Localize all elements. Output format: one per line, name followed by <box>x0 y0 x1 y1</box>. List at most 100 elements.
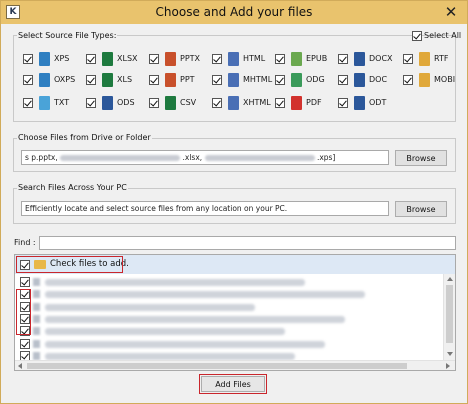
blurred-file-icon <box>33 302 40 311</box>
blurred-file-name <box>45 303 255 311</box>
file-type-mhtml[interactable]: MHTML <box>212 73 272 87</box>
file-type-checkbox[interactable] <box>149 75 159 85</box>
scroll-thumb[interactable] <box>446 285 453 343</box>
file-type-checkbox[interactable] <box>275 98 285 108</box>
file-type-checkbox[interactable] <box>149 54 159 64</box>
file-type-checkbox[interactable] <box>212 54 222 64</box>
file-path-field[interactable]: s p.pptx, .xlsx, .xps] <box>21 150 389 165</box>
file-type-checkbox[interactable] <box>149 98 159 108</box>
file-type-checkbox[interactable] <box>338 98 348 108</box>
select-all-check[interactable] <box>412 31 422 41</box>
file-type-docx[interactable]: DOCX <box>338 52 398 66</box>
rtf-file-icon <box>419 52 430 66</box>
file-type-checkbox[interactable] <box>86 98 96 108</box>
file-type-checkbox[interactable] <box>23 54 33 64</box>
file-type-html[interactable]: HTML <box>212 52 272 66</box>
file-type-oxps[interactable]: OXPS <box>23 73 83 87</box>
select-all-checkbox[interactable]: Select All <box>412 30 461 44</box>
blurred-file-icon <box>33 290 40 299</box>
vertical-scrollbar[interactable] <box>443 274 455 360</box>
file-type-label: OXPS <box>54 75 76 84</box>
file-type-checkbox[interactable] <box>23 75 33 85</box>
file-type-label: PPTX <box>180 54 201 63</box>
file-type-xps[interactable]: XPS <box>23 52 83 66</box>
file-type-pptx[interactable]: PPTX <box>149 52 209 66</box>
file-type-label: ODG <box>306 75 325 84</box>
find-input[interactable] <box>39 236 456 250</box>
blurred-file-name <box>45 328 285 336</box>
blurred-file-icon <box>33 339 40 348</box>
file-row-checkbox[interactable] <box>20 277 30 287</box>
file-type-checkbox[interactable] <box>23 98 33 108</box>
file-type-checkbox[interactable] <box>212 98 222 108</box>
find-label: Find : <box>14 238 36 247</box>
file-path-end: .xps] <box>316 153 336 162</box>
file-type-checkbox[interactable] <box>86 75 96 85</box>
blurred-file-icon <box>33 278 40 286</box>
file-list-row[interactable] <box>15 301 443 313</box>
horizontal-scrollbar[interactable] <box>15 360 455 370</box>
blurred-file-icon <box>33 351 40 360</box>
scroll-down-arrow-icon[interactable] <box>447 352 453 356</box>
file-type-pdf[interactable]: PDF <box>275 96 335 110</box>
file-type-label: DOC <box>369 75 388 84</box>
mobi-file-icon <box>419 73 430 87</box>
file-type-epub[interactable]: EPUB <box>275 52 335 66</box>
file-type-label: XPS <box>54 54 70 63</box>
file-type-checkbox[interactable] <box>338 54 348 64</box>
file-type-label: MHTML <box>243 75 273 84</box>
file-list-row[interactable] <box>15 338 443 350</box>
pdf-file-icon <box>291 96 302 110</box>
file-type-ods[interactable]: ODS <box>86 96 146 110</box>
close-button[interactable]: ✕ <box>442 3 460 21</box>
epub-file-icon <box>291 52 302 66</box>
file-type-checkbox[interactable] <box>275 54 285 64</box>
file-type-checkbox[interactable] <box>403 54 413 64</box>
file-list-row[interactable] <box>15 313 443 325</box>
file-type-csv[interactable]: CSV <box>149 96 209 110</box>
file-type-label: HTML <box>243 54 266 63</box>
file-list-row[interactable] <box>15 325 443 337</box>
file-path-mid: .xlsx, <box>182 153 203 162</box>
dialog-title: Choose and Add your files <box>155 5 313 19</box>
file-type-checkbox[interactable] <box>338 75 348 85</box>
highlight-header-box <box>16 256 123 273</box>
txt-file-icon <box>39 96 50 110</box>
csv-file-icon <box>165 96 176 110</box>
blurred-path <box>204 155 315 161</box>
powerpoint-file-icon <box>165 73 176 87</box>
scroll-right-arrow-icon[interactable] <box>446 363 450 369</box>
file-type-label: PPT <box>180 75 195 84</box>
file-type-rtf[interactable]: RTF <box>403 52 463 66</box>
file-type-checkbox[interactable] <box>275 75 285 85</box>
file-type-checkbox[interactable] <box>403 75 413 85</box>
file-type-ppt[interactable]: PPT <box>149 73 209 87</box>
file-type-xhtml[interactable]: XHTML <box>212 96 272 110</box>
odg-file-icon <box>291 73 302 87</box>
choose-files-dialog: K Choose and Add your files ✕ Select Sou… <box>0 0 468 404</box>
blurred-file-icon <box>33 314 40 323</box>
scroll-left-arrow-icon[interactable] <box>18 363 22 369</box>
file-type-checkbox[interactable] <box>212 75 222 85</box>
oxps-file-icon <box>39 73 50 87</box>
file-row-checkbox[interactable] <box>20 338 30 349</box>
file-type-odt[interactable]: ODT <box>338 96 398 110</box>
file-type-label: ODS <box>117 98 135 107</box>
file-type-xls[interactable]: XLS <box>86 73 146 87</box>
file-type-mobi[interactable]: MOBI <box>403 73 463 87</box>
file-list-row[interactable] <box>15 288 443 300</box>
file-type-checkbox[interactable] <box>86 54 96 64</box>
file-type-odg[interactable]: ODG <box>275 73 335 87</box>
file-type-doc[interactable]: DOC <box>338 73 398 87</box>
browse-folder-button[interactable]: Browse <box>395 150 447 166</box>
scroll-up-arrow-icon[interactable] <box>447 277 453 281</box>
browse-pc-button[interactable]: Browse <box>395 201 447 217</box>
file-type-xlsx[interactable]: XLSX <box>86 52 146 66</box>
word-file-icon <box>354 73 365 87</box>
source-types-label: Select Source File Types: <box>17 31 118 40</box>
file-type-txt[interactable]: TXT <box>23 96 83 110</box>
hscroll-thumb[interactable] <box>27 363 407 369</box>
file-type-label: PDF <box>306 98 322 107</box>
file-type-label: TXT <box>54 98 70 107</box>
file-list-row[interactable] <box>15 276 443 288</box>
